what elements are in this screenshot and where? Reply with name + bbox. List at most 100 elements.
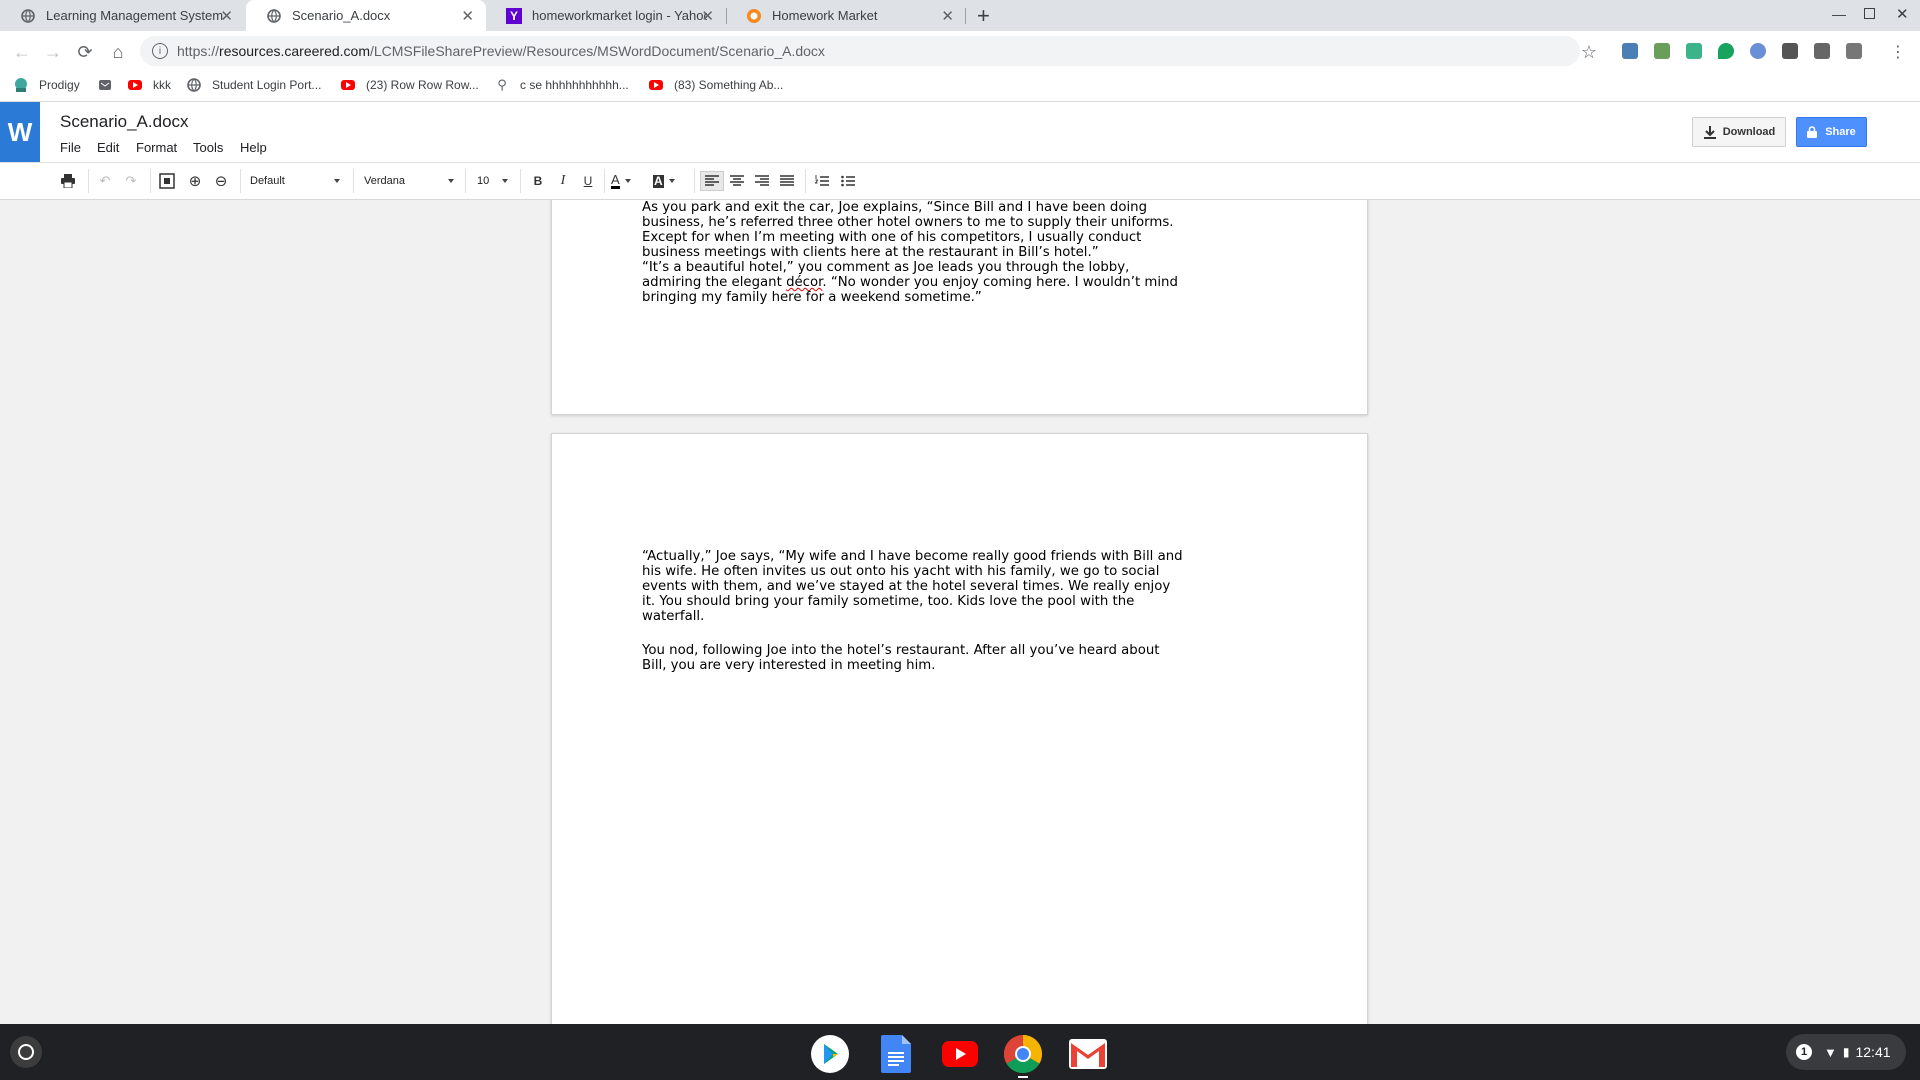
menu-file[interactable]: File	[60, 140, 81, 155]
gmail-icon[interactable]	[1068, 1034, 1108, 1074]
menu-tools[interactable]: Tools	[193, 140, 223, 155]
document-viewport[interactable]: As you park and exit the car, Joe explai…	[0, 200, 1920, 1024]
extension-icon[interactable]	[1750, 43, 1766, 59]
chevron-down-icon	[334, 179, 340, 183]
italic-button[interactable]: I	[553, 171, 573, 191]
homework-market-icon	[746, 8, 762, 24]
new-tab-button[interactable]: +	[977, 3, 990, 29]
bookmark-kkk[interactable]: kkk	[127, 77, 171, 93]
tab-learning-management-system[interactable]: Learning Management System ✕	[0, 0, 245, 31]
close-icon[interactable]: ✕	[220, 7, 233, 25]
page2-paragraph-1: “Actually,” Joe says, “My wife and I hav…	[642, 549, 1183, 624]
url-path: /LCMSFileSharePreview/Resources/MSWordDo…	[369, 43, 825, 59]
font-family-dropdown[interactable]: Verdana	[364, 171, 454, 191]
bookmark-something[interactable]: (83) Something Ab...	[648, 77, 783, 93]
home-button[interactable]: ⌂	[106, 40, 130, 64]
chevron-down-icon	[448, 179, 454, 183]
shield-icon[interactable]	[1782, 43, 1798, 59]
print-icon[interactable]	[58, 171, 78, 191]
close-icon[interactable]: ✕	[461, 7, 474, 25]
document-page-2: “Actually,” Joe says, “My wife and I hav…	[551, 433, 1368, 1024]
tab-scenario-a[interactable]: Scenario_A.docx ✕	[246, 0, 486, 31]
youtube-icon[interactable]	[940, 1034, 980, 1074]
bookmark-row-row-row[interactable]: (23) Row Row Row...	[340, 77, 479, 93]
bold-button[interactable]: B	[528, 171, 548, 191]
share-button[interactable]: Share	[1796, 117, 1867, 147]
lock-icon	[1807, 126, 1818, 138]
globe-icon	[20, 8, 36, 24]
address-bar[interactable]: i https://resources.careered.com/LCMSFil…	[140, 36, 1580, 66]
info-icon[interactable]: i	[152, 43, 168, 59]
chevron-down-icon	[624, 179, 631, 183]
paragraph-style-dropdown[interactable]: Default	[250, 171, 340, 191]
bookmark-search[interactable]: ⚲ c se hhhhhhhhhhh...	[494, 77, 629, 93]
forward-button[interactable]: →	[41, 40, 65, 64]
text-color-button[interactable]: A	[611, 171, 643, 191]
notification-badge: 1	[1796, 1044, 1812, 1060]
chrome-icon[interactable]	[1003, 1034, 1043, 1074]
status-tray[interactable]: 1 ▼ ▮ 12:41	[1786, 1034, 1906, 1070]
word-logo-icon: W	[0, 102, 40, 162]
tab-title: Homework Market	[772, 8, 878, 23]
prodigy-icon	[13, 77, 29, 93]
close-icon[interactable]: ✕	[941, 7, 954, 25]
download-button[interactable]: Download	[1692, 117, 1786, 147]
mail-icon	[97, 77, 113, 93]
highlight-color-button[interactable]: A	[653, 171, 685, 191]
launcher-button[interactable]	[10, 1036, 42, 1068]
minimize-button[interactable]: —	[1832, 6, 1846, 22]
menu-format[interactable]: Format	[136, 140, 177, 155]
tab-homework-market[interactable]: Homework Market ✕	[726, 0, 966, 31]
back-button[interactable]: ←	[10, 40, 34, 64]
menu-help[interactable]: Help	[240, 140, 267, 155]
undo-icon[interactable]: ↶	[95, 171, 115, 191]
zoom-out-icon[interactable]: ⊖	[211, 171, 231, 191]
youtube-icon	[648, 77, 664, 93]
redo-icon[interactable]: ↷	[121, 171, 141, 191]
document-app-header: W Scenario_A.docx File Edit Format Tools…	[0, 102, 1920, 162]
bookmark-mail[interactable]	[97, 77, 123, 93]
numbered-list-icon[interactable]	[812, 171, 832, 191]
star-icon[interactable]: ☆	[1577, 40, 1601, 64]
tab-divider	[965, 8, 966, 24]
yahoo-icon: Y	[506, 7, 522, 24]
close-icon[interactable]: ✕	[701, 7, 714, 25]
bookmark-student-login[interactable]: Student Login Port...	[186, 77, 321, 93]
extension-icon[interactable]	[1622, 43, 1638, 59]
bookmarks-bar: Prodigy kkk Student Login Port... (23) R…	[0, 71, 1920, 102]
restore-button[interactable]	[1864, 8, 1875, 19]
globe-icon	[266, 8, 282, 24]
extension-icon[interactable]	[1846, 43, 1862, 59]
google-docs-icon[interactable]	[876, 1034, 916, 1074]
bulleted-list-icon[interactable]	[838, 171, 858, 191]
active-app-indicator	[1018, 1076, 1028, 1078]
tab-yahoo-search[interactable]: Y homeworkmarket login - Yahoo S ✕	[486, 0, 726, 31]
extension-icon[interactable]	[1814, 43, 1830, 59]
misspelled-word: décor	[786, 275, 823, 290]
close-window-button[interactable]: ✕	[1896, 5, 1909, 23]
shield-extension-icon[interactable]	[1718, 43, 1734, 59]
fit-page-icon[interactable]	[157, 171, 177, 191]
align-right-icon[interactable]	[752, 171, 772, 191]
bookmark-prodigy[interactable]: Prodigy	[13, 77, 80, 93]
battery-icon: ▮	[1842, 1045, 1850, 1059]
play-store-icon[interactable]	[810, 1034, 850, 1074]
extension-icon[interactable]	[1686, 43, 1702, 59]
zoom-in-icon[interactable]: ⊕	[185, 171, 205, 191]
font-size-dropdown[interactable]: 10	[477, 171, 508, 191]
globe-icon	[186, 77, 202, 93]
menu-kebab-icon[interactable]: ⋮	[1886, 40, 1910, 64]
align-center-icon[interactable]	[727, 171, 747, 191]
menu-edit[interactable]: Edit	[97, 140, 119, 155]
formatting-toolbar: ↶ ↷ ⊕ ⊖ Default Verdana 10 B I U A A	[0, 162, 1920, 200]
underline-button[interactable]: U	[578, 171, 598, 191]
page1-text: As you park and exit the car, Joe explai…	[642, 200, 1202, 305]
tab-strip: Learning Management System ✕ Scenario_A.…	[0, 0, 1920, 31]
align-left-icon[interactable]	[700, 171, 724, 191]
tab-title: Learning Management System	[46, 8, 224, 23]
chevron-down-icon	[668, 179, 675, 183]
wifi-icon: ▼	[1824, 1044, 1837, 1060]
align-justify-icon[interactable]	[777, 171, 797, 191]
extension-icon[interactable]	[1654, 43, 1670, 59]
reload-button[interactable]: ⟳	[73, 40, 97, 64]
